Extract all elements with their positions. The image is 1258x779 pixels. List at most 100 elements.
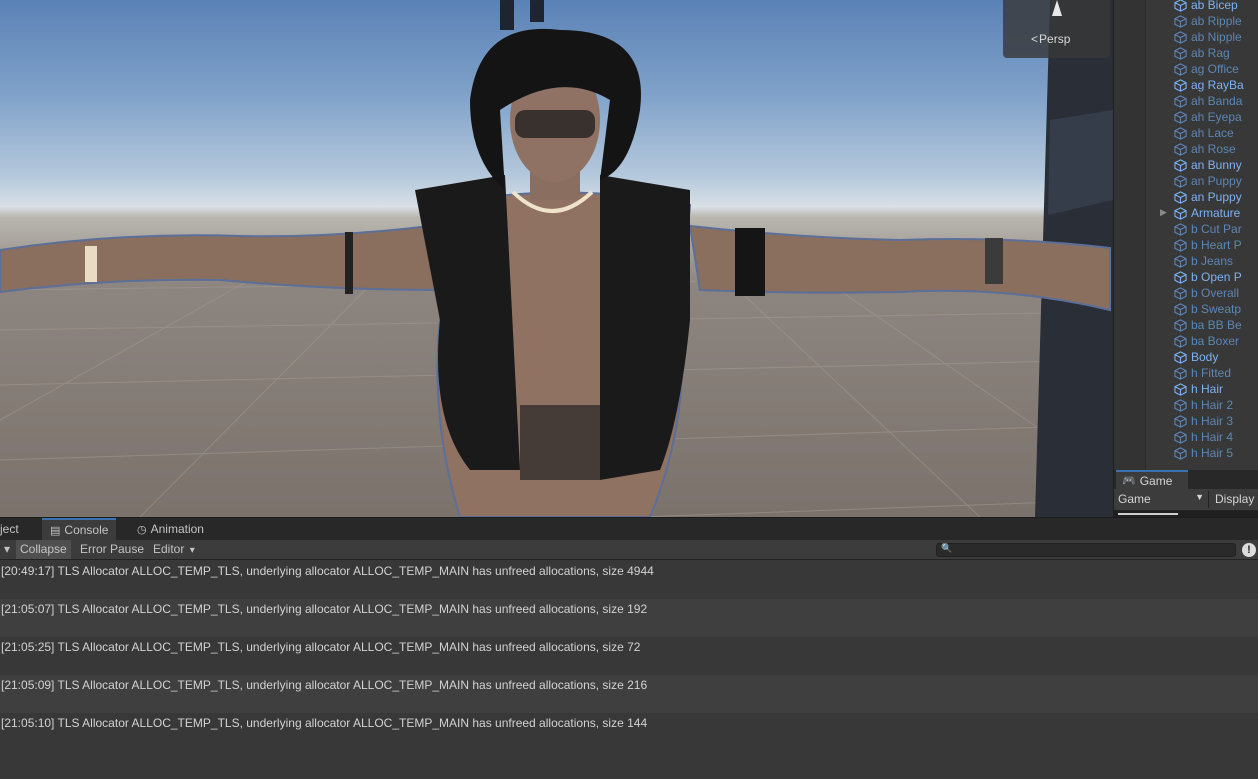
- foldout-arrow-icon[interactable]: ▶: [1160, 207, 1167, 218]
- console-log-row[interactable]: [21:05:09] TLS Allocator ALLOC_TEMP_TLS,…: [0, 675, 1258, 713]
- console-log-row[interactable]: [20:49:17] TLS Allocator ALLOC_TEMP_TLS,…: [0, 561, 1258, 599]
- gameobject-cube-icon: [1174, 78, 1187, 92]
- gameobject-cube-icon: [1174, 382, 1187, 396]
- hierarchy-item-label: ab Ripple: [1191, 14, 1242, 28]
- scene-view[interactable]: <Persp: [0, 0, 1113, 517]
- hierarchy-item[interactable]: h Hair 5: [1174, 445, 1233, 461]
- hierarchy-item[interactable]: b Cut Par: [1174, 221, 1242, 237]
- hierarchy-item[interactable]: b Jeans: [1174, 253, 1233, 269]
- gameobject-cube-icon: [1174, 142, 1187, 156]
- hierarchy-item[interactable]: b Sweatp: [1174, 301, 1241, 317]
- hierarchy-item-label: h Hair: [1191, 382, 1224, 396]
- hierarchy-item[interactable]: ah Banda: [1174, 93, 1242, 109]
- gameobject-cube-icon: [1174, 190, 1187, 204]
- hierarchy-item[interactable]: ag RayBa: [1174, 77, 1244, 93]
- hierarchy-item[interactable]: ba Boxer: [1174, 333, 1239, 349]
- tab-project-label: ject: [0, 522, 19, 536]
- gameobject-cube-icon: [1174, 254, 1187, 268]
- scene-gizmo[interactable]: [1003, 0, 1110, 58]
- hierarchy-item-label: ba BB Be: [1191, 318, 1242, 332]
- hierarchy-gutter: [1114, 0, 1146, 470]
- gameobject-cube-icon: [1174, 174, 1187, 188]
- hierarchy-item-label: h Hair 3: [1191, 414, 1234, 428]
- console-log-text: [21:05:07] TLS Allocator ALLOC_TEMP_TLS,…: [1, 602, 648, 616]
- hierarchy-item[interactable]: ▶ Armature: [1160, 205, 1240, 221]
- hierarchy-item[interactable]: an Puppy: [1174, 189, 1242, 205]
- warning-filter-icon[interactable]: !: [1242, 543, 1256, 557]
- console-icon: ▤: [50, 524, 61, 537]
- gameobject-cube-icon: [1174, 270, 1187, 284]
- hierarchy-item[interactable]: b Overall: [1174, 285, 1239, 301]
- hierarchy-item[interactable]: Body: [1174, 349, 1218, 365]
- hierarchy-item[interactable]: h Hair: [1174, 381, 1223, 397]
- hierarchy-item[interactable]: ah Rose: [1174, 141, 1236, 157]
- console-log-row[interactable]: [21:05:10] TLS Allocator ALLOC_TEMP_TLS,…: [0, 713, 1258, 751]
- gameobject-cube-icon: [1174, 30, 1187, 44]
- hierarchy-item-label: b Sweatp: [1191, 302, 1242, 316]
- hierarchy-item[interactable]: h Fitted: [1174, 365, 1231, 381]
- hierarchy-item-label: ah Rose: [1191, 142, 1236, 156]
- gameobject-cube-icon: [1174, 62, 1187, 76]
- gameobject-cube-icon: [1174, 302, 1187, 316]
- hierarchy-item[interactable]: ba BB Be: [1174, 317, 1242, 333]
- game-view-select[interactable]: Game ▼: [1118, 492, 1204, 506]
- hierarchy-item[interactable]: an Bunny: [1174, 157, 1242, 173]
- error-pause-button[interactable]: Error Pause: [76, 540, 148, 559]
- console-log-row[interactable]: [21:05:25] TLS Allocator ALLOC_TEMP_TLS,…: [0, 637, 1258, 675]
- hierarchy-item[interactable]: ah Eyepa: [1174, 109, 1242, 125]
- hierarchy-item-label: ah Lace: [1191, 126, 1234, 140]
- gameobject-cube-icon: [1174, 350, 1187, 364]
- editor-dropdown[interactable]: Editor: [149, 540, 199, 559]
- hierarchy-item[interactable]: h Hair 3: [1174, 413, 1233, 429]
- tab-animation[interactable]: ◷ Animation: [129, 518, 212, 540]
- tab-console-label: Console: [64, 523, 109, 537]
- hierarchy-item[interactable]: an Puppy: [1174, 173, 1242, 189]
- display-label: Display: [1215, 492, 1255, 506]
- editor-label: Editor: [153, 542, 185, 556]
- error-pause-label: Error Pause: [80, 542, 145, 556]
- clear-dropdown-button[interactable]: ▾: [0, 540, 14, 559]
- perspective-cone-icon: [1052, 0, 1062, 16]
- persp-label: Persp: [1039, 32, 1071, 46]
- hierarchy-item-label: ab Rag: [1191, 46, 1230, 60]
- collapse-button[interactable]: Collapse: [16, 540, 71, 559]
- gameobject-cube-icon: [1174, 46, 1187, 60]
- hierarchy-item-label: an Puppy: [1191, 190, 1242, 204]
- character-model: [0, 0, 1111, 517]
- hierarchy-item-label: ah Banda: [1191, 94, 1243, 108]
- hierarchy-item[interactable]: b Heart P: [1174, 237, 1242, 253]
- display-button[interactable]: Display: [1208, 491, 1254, 508]
- hierarchy-item[interactable]: ab Ripple: [1174, 13, 1242, 29]
- bottom-tabbar: ject ▤ Console ◷ Animation: [0, 518, 1258, 540]
- tab-game-label: Game: [1139, 473, 1173, 488]
- gameobject-cube-icon: [1174, 222, 1187, 236]
- console-log-row[interactable]: [21:05:07] TLS Allocator ALLOC_TEMP_TLS,…: [0, 599, 1258, 637]
- console-log-text: [20:49:17] TLS Allocator ALLOC_TEMP_TLS,…: [1, 564, 654, 578]
- console-search-input[interactable]: 🔍: [936, 543, 1236, 557]
- search-icon: 🔍: [941, 543, 953, 553]
- console-log-text: [21:05:09] TLS Allocator ALLOC_TEMP_TLS,…: [1, 678, 648, 692]
- hierarchy-item-label: ag Office: [1191, 62, 1239, 76]
- hierarchy-item[interactable]: h Hair 4: [1174, 429, 1233, 445]
- tab-game[interactable]: 🎮 Game: [1116, 470, 1188, 489]
- animation-clock-icon: ◷: [137, 523, 147, 536]
- tab-project[interactable]: ject: [0, 518, 27, 540]
- gameobject-cube-icon: [1174, 0, 1187, 12]
- hierarchy-item[interactable]: ag Office: [1174, 61, 1239, 77]
- hierarchy-item-label: ag RayBa: [1191, 78, 1244, 92]
- hierarchy-item[interactable]: ab Nipple: [1174, 29, 1242, 45]
- chevron-down-icon: ▾: [4, 542, 11, 556]
- gameobject-cube-icon: [1174, 334, 1187, 348]
- gameobject-cube-icon: [1174, 430, 1187, 444]
- hierarchy-item-label: Body: [1191, 350, 1219, 364]
- hierarchy-item[interactable]: h Hair 2: [1174, 397, 1233, 413]
- tab-console[interactable]: ▤ Console: [42, 518, 117, 540]
- gameobject-cube-icon: [1174, 110, 1187, 124]
- gameobject-cube-icon: [1174, 318, 1187, 332]
- gameobject-cube-icon: [1174, 94, 1187, 108]
- persp-toggle[interactable]: <Persp: [1031, 32, 1070, 46]
- hierarchy-item[interactable]: b Open P: [1174, 269, 1242, 285]
- hierarchy-item[interactable]: ab Rag: [1174, 45, 1230, 61]
- hierarchy-item[interactable]: ab Bicep: [1174, 0, 1238, 13]
- hierarchy-item[interactable]: ah Lace: [1174, 125, 1234, 141]
